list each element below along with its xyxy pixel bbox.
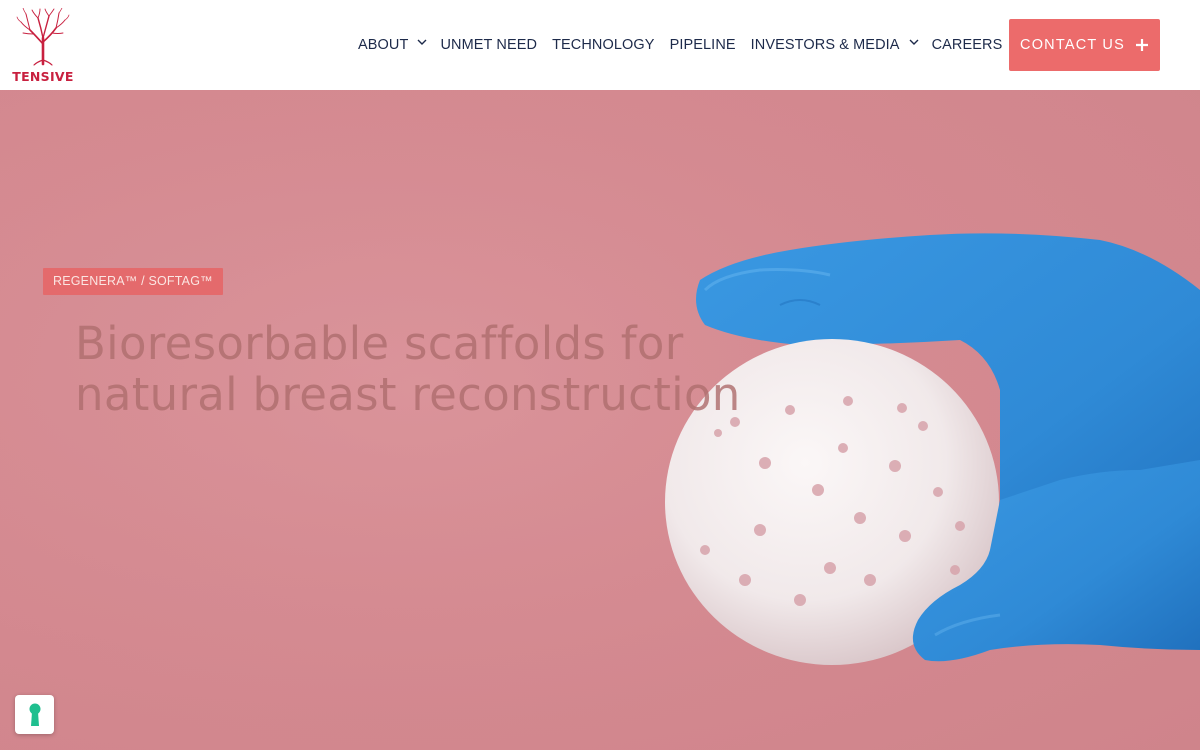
main-nav: ABOUT UNMET NEED TECHNOLOGY PIPELINE INV… (350, 0, 1017, 90)
nav-item-label: TECHNOLOGY (552, 37, 655, 53)
privacy-settings-button[interactable] (15, 695, 54, 734)
nav-item-label: UNMET NEED (440, 37, 538, 53)
nav-item-pipeline[interactable]: PIPELINE (670, 37, 736, 53)
plus-icon (1135, 38, 1149, 52)
headline-line-1: Bioresorbable scaffolds for (75, 317, 684, 370)
nav-item-label: INVESTORS & MEDIA (750, 37, 900, 53)
nav-item-label: CAREERS (931, 37, 1003, 53)
site-header: TENSIVE ABOUT UNMET NEED TECHNOLOGY PIPE… (0, 0, 1200, 90)
contact-us-button[interactable]: CONTACT US (1009, 19, 1160, 71)
keyhole-icon (29, 703, 40, 726)
tree-logo-icon (16, 8, 70, 66)
brand-name: TENSIVE (12, 69, 74, 84)
headline-line-2: natural breast reconstruction (75, 368, 741, 421)
chevron-down-icon (417, 39, 427, 47)
hero-section: REGENERA™ / SOFTAG™ Bioresorbable scaffo… (0, 90, 1200, 750)
nav-item-unmet-need[interactable]: UNMET NEED (440, 37, 537, 53)
brand-logo[interactable]: TENSIVE (10, 8, 76, 84)
nav-item-label: PIPELINE (669, 37, 736, 53)
nav-item-label: ABOUT (358, 37, 409, 53)
contact-us-label: CONTACT US (1020, 37, 1125, 53)
nav-item-careers[interactable]: CAREERS (932, 37, 1003, 53)
nav-item-investors-media[interactable]: INVESTORS & MEDIA (750, 37, 919, 53)
chevron-down-icon (909, 39, 919, 47)
nav-item-about[interactable]: ABOUT (358, 37, 427, 53)
nav-item-technology[interactable]: TECHNOLOGY (552, 37, 655, 53)
hero-headline: Bioresorbable scaffolds for natural brea… (75, 318, 875, 420)
product-badge: REGENERA™ / SOFTAG™ (43, 268, 223, 295)
